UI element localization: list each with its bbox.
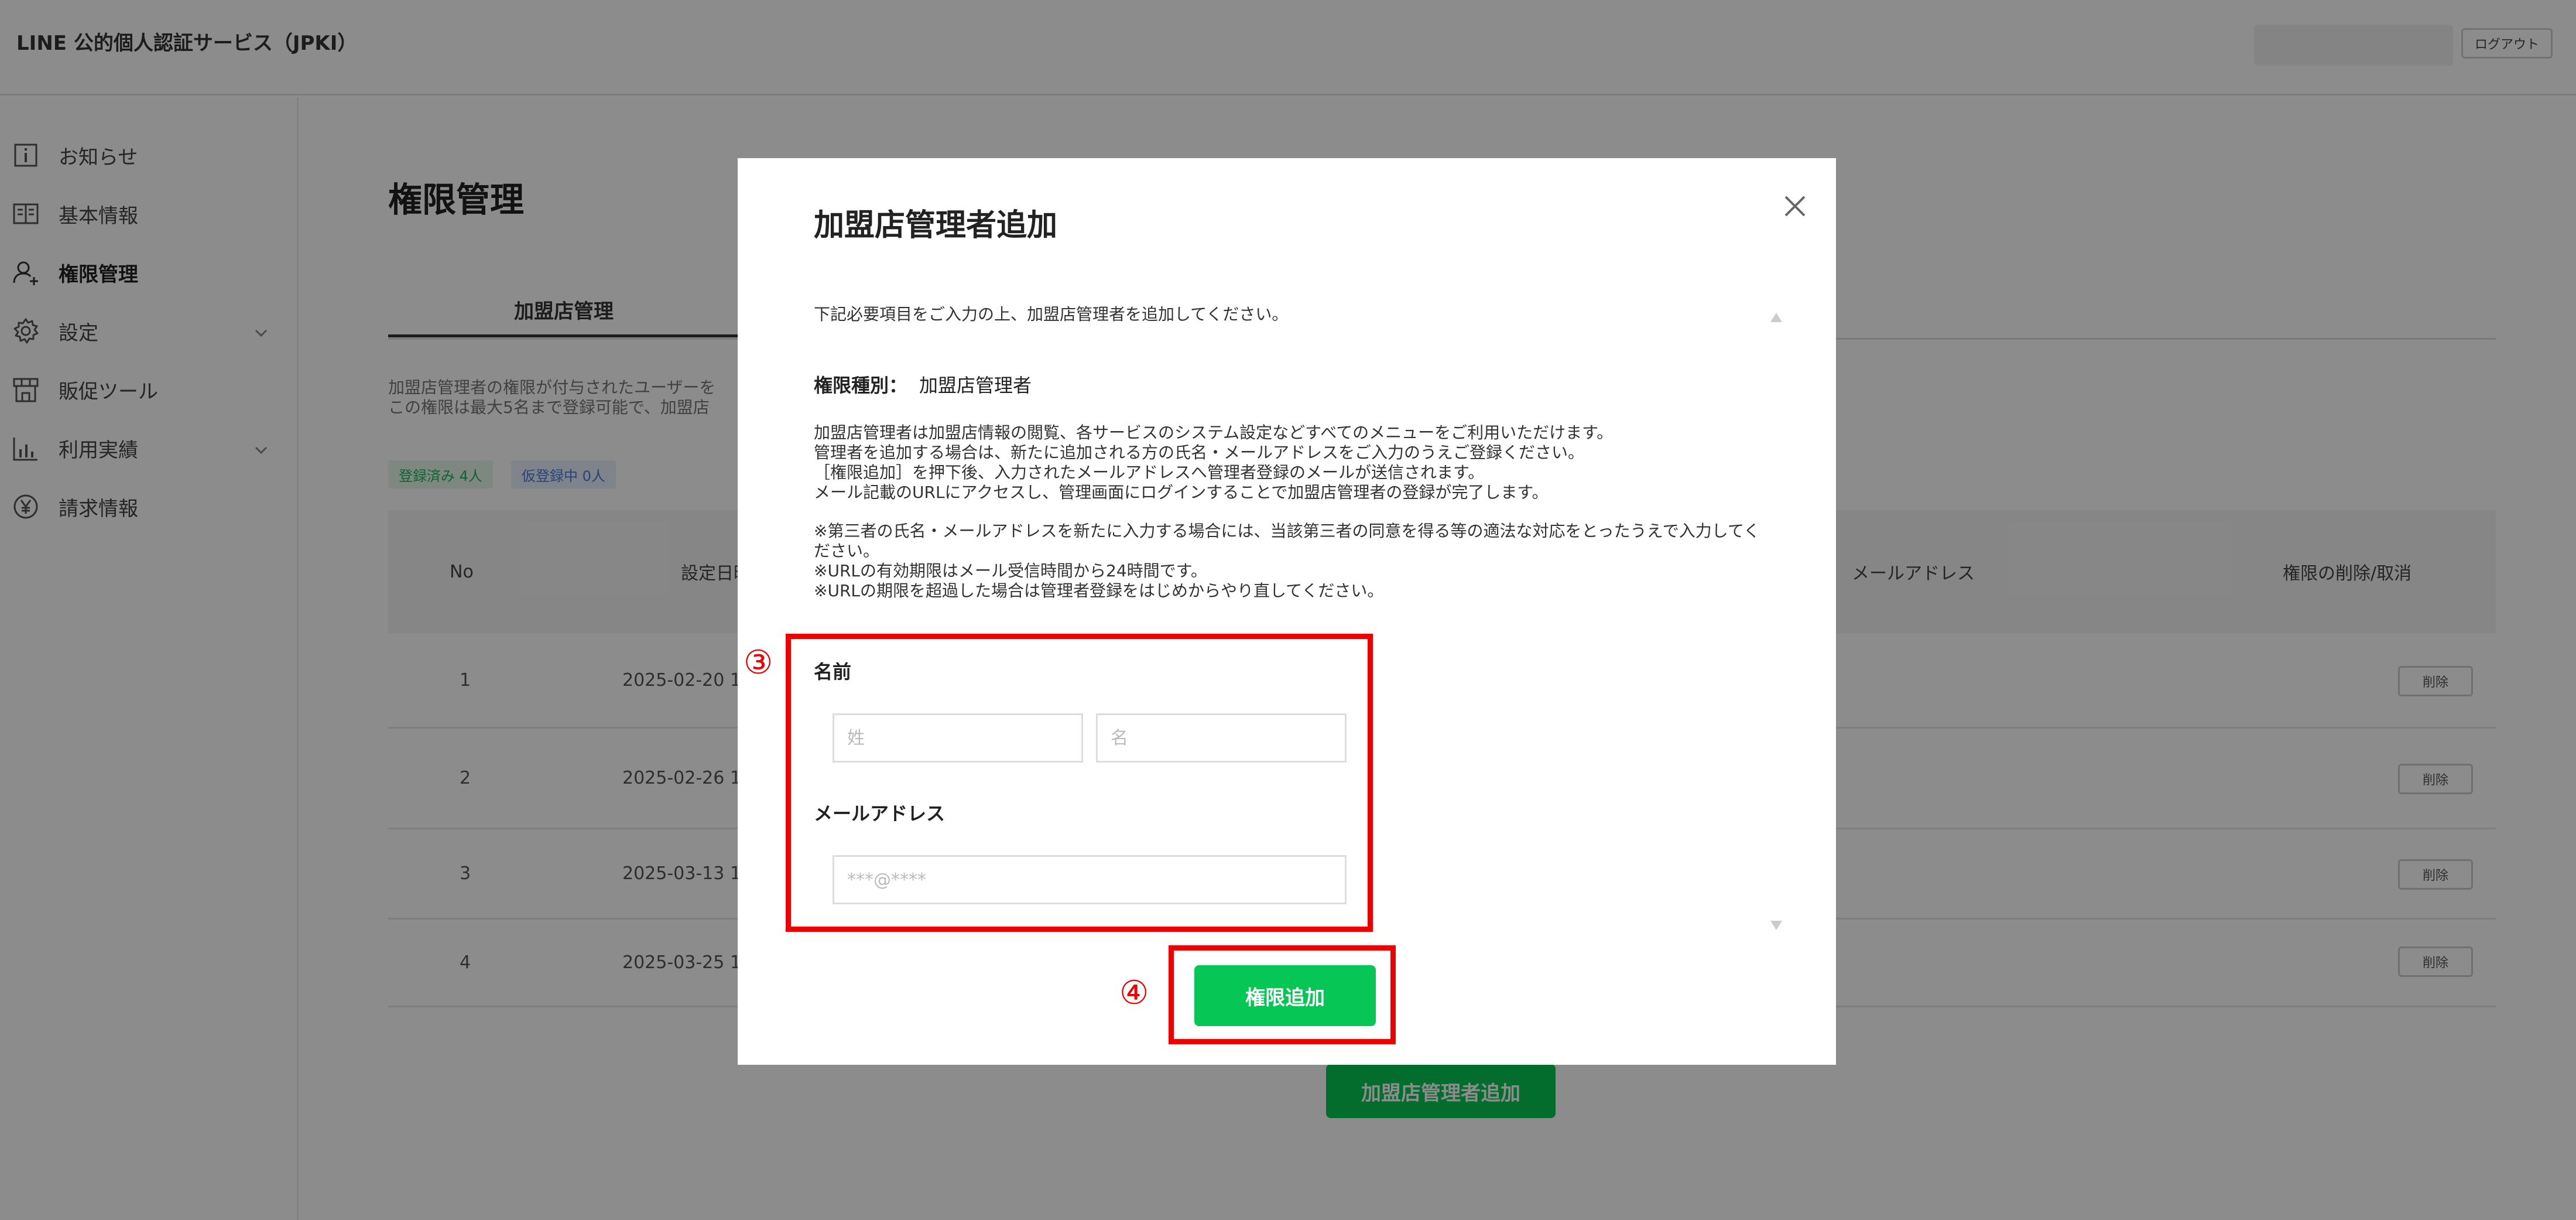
modal-note-line: ※URLの有効期限はメール受信時間から24時間です。 xyxy=(814,561,1207,580)
annotation-box-step-3 xyxy=(786,634,1373,932)
close-button[interactable] xyxy=(1774,185,1816,227)
annotation-box-step-4 xyxy=(1169,945,1396,1044)
modal-lead-text: 下記必要項目をご入力の上、加盟店管理者を追加してください。 xyxy=(814,305,1289,324)
modal-note-line: ※第三者の氏名・メールアドレスを新たに入力する場合には、当該第三者の同意を得る等… xyxy=(814,521,1760,541)
modal-body-line: メール記載のURLにアクセスし、管理画面にログインすることで加盟店管理者の登録が… xyxy=(814,483,1549,502)
modal-body-line: 管理者を追加する場合は、新たに追加される方の氏名・メールアドレスをご入力のうえご… xyxy=(814,443,1585,462)
scroll-down-icon[interactable] xyxy=(1769,920,1783,931)
annotation-step-3: ③ xyxy=(744,644,773,682)
permission-kind: 権限種別： 加盟店管理者 xyxy=(814,371,1032,398)
modal-body-line: ［権限追加］を押下後、入力されたメールアドレスへ管理者登録のメールが送信されます… xyxy=(814,463,1485,482)
permission-kind-value: 加盟店管理者 xyxy=(919,374,1032,397)
modal-title: 加盟店管理者追加 xyxy=(814,208,1058,243)
annotation-step-4: ④ xyxy=(1119,974,1149,1012)
modal-note-line: ださい。 xyxy=(814,541,880,561)
close-icon xyxy=(1784,196,1806,217)
scroll-up-icon[interactable] xyxy=(1769,312,1783,323)
modal-note-line: ※URLの期限を超過した場合は管理者登録をはじめからやり直してください。 xyxy=(814,581,1384,600)
permission-kind-label: 権限種別： xyxy=(814,374,908,397)
modal-body-line: 加盟店管理者は加盟店情報の閲覧、各サービスのシステム設定などすべてのメニューをご… xyxy=(814,423,1614,442)
